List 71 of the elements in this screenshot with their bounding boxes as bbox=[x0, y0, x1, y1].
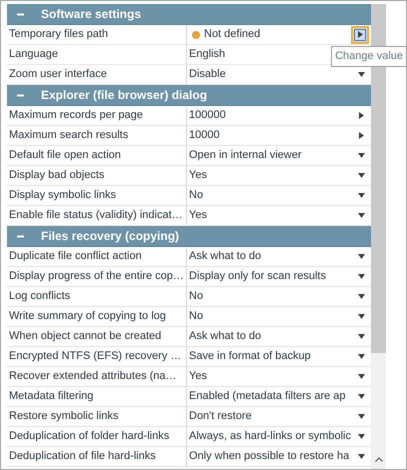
setting-value: No bbox=[189, 289, 204, 304]
section-header[interactable]: Software settings bbox=[7, 4, 371, 25]
setting-value: 10000 bbox=[189, 128, 220, 144]
setting-value: Ask what to do bbox=[189, 329, 262, 344]
setting-name: Encrypted NTFS (EFS) recovery … bbox=[9, 349, 182, 364]
setting-name: When object cannot be created bbox=[9, 329, 162, 344]
setting-value: Always, as hard-links or symbolic bbox=[189, 429, 351, 444]
setting-name: Restore symbolic links bbox=[9, 409, 118, 424]
right-triangle-icon bbox=[358, 132, 364, 139]
caret-down-icon bbox=[358, 314, 364, 319]
minus-icon[interactable] bbox=[17, 232, 24, 240]
caret-down-icon bbox=[358, 213, 364, 218]
caret-down-icon bbox=[358, 354, 364, 359]
caret-down-icon bbox=[358, 193, 364, 198]
setting-value: Yes bbox=[189, 208, 207, 224]
setting-name: Display bad objects bbox=[9, 168, 104, 184]
caret-down-icon bbox=[358, 153, 364, 158]
minus-icon[interactable] bbox=[17, 92, 24, 98]
setting-value: Yes bbox=[189, 168, 207, 184]
section-header[interactable]: Explorer (file browser) dialog bbox=[7, 85, 371, 106]
setting-value: Save in format of backup bbox=[189, 349, 311, 364]
tooltip: Change value bbox=[331, 46, 407, 66]
caret-down-icon bbox=[358, 173, 364, 178]
caret-down-icon bbox=[358, 334, 364, 339]
setting-value: Open in internal viewer bbox=[189, 148, 302, 164]
setting-name: Display progress of the entire cop… bbox=[9, 269, 184, 284]
right-triangle-icon bbox=[358, 112, 364, 119]
setting-value: No bbox=[189, 309, 204, 324]
section-header[interactable]: Files recovery (copying) bbox=[7, 226, 371, 247]
setting-value: Only when possible to restore ha bbox=[189, 449, 350, 464]
setting-name: Recover extended attributes (na… bbox=[9, 369, 177, 384]
setting-value: Disable bbox=[189, 67, 226, 82]
setting-value: Not defined bbox=[204, 27, 260, 42]
setting-name: Default file open action bbox=[9, 148, 121, 164]
setting-name: Duplicate file conflict action bbox=[9, 249, 142, 264]
setting-value: Display only for scan results bbox=[189, 269, 326, 284]
setting-value: Ask what to do bbox=[189, 249, 262, 264]
setting-name: Write summary of copying to log bbox=[9, 309, 166, 324]
setting-name: Log conflicts bbox=[9, 289, 70, 304]
setting-name: Metadata filtering bbox=[9, 389, 94, 404]
minus-icon[interactable] bbox=[17, 10, 24, 18]
setting-value: English bbox=[189, 47, 226, 62]
setting-value: Enabled (metadata filters are ap bbox=[189, 389, 346, 404]
section-title: Software settings bbox=[40, 6, 142, 23]
setting-name: Enable file status (validity) indicat… bbox=[9, 208, 183, 224]
caret-down-icon bbox=[358, 254, 364, 259]
setting-value: Don't restore bbox=[189, 409, 252, 424]
caret-down-icon bbox=[358, 274, 364, 279]
section-title: Explorer (file browser) dialog bbox=[40, 87, 208, 104]
setting-name: Deduplication of folder hard-links bbox=[9, 429, 170, 444]
caret-down-icon bbox=[358, 394, 364, 399]
setting-name: Zoom user interface bbox=[9, 67, 107, 82]
caret-down-icon bbox=[358, 374, 364, 379]
setting-value: 100000 bbox=[189, 108, 226, 124]
caret-down-icon bbox=[358, 72, 364, 77]
setting-name: Maximum records per page bbox=[9, 108, 143, 124]
setting-name: Temporary files path bbox=[9, 27, 108, 42]
right-triangle-icon bbox=[358, 31, 362, 38]
setting-name: Maximum search results bbox=[9, 128, 128, 144]
section-title: Files recovery (copying) bbox=[40, 228, 180, 245]
setting-name: Language bbox=[9, 47, 58, 62]
scroll-up-icon[interactable] bbox=[374, 457, 382, 462]
setting-value: Yes bbox=[189, 369, 207, 384]
setting-value: No bbox=[189, 188, 204, 204]
caret-down-icon bbox=[358, 434, 364, 439]
setting-name: Display symbolic links bbox=[9, 188, 116, 204]
caret-down-icon bbox=[358, 414, 364, 419]
caret-down-icon bbox=[358, 294, 364, 299]
caret-down-icon bbox=[358, 454, 364, 459]
arrow-button[interactable] bbox=[351, 26, 369, 44]
setting-name: Deduplication of file hard-links bbox=[9, 449, 156, 464]
